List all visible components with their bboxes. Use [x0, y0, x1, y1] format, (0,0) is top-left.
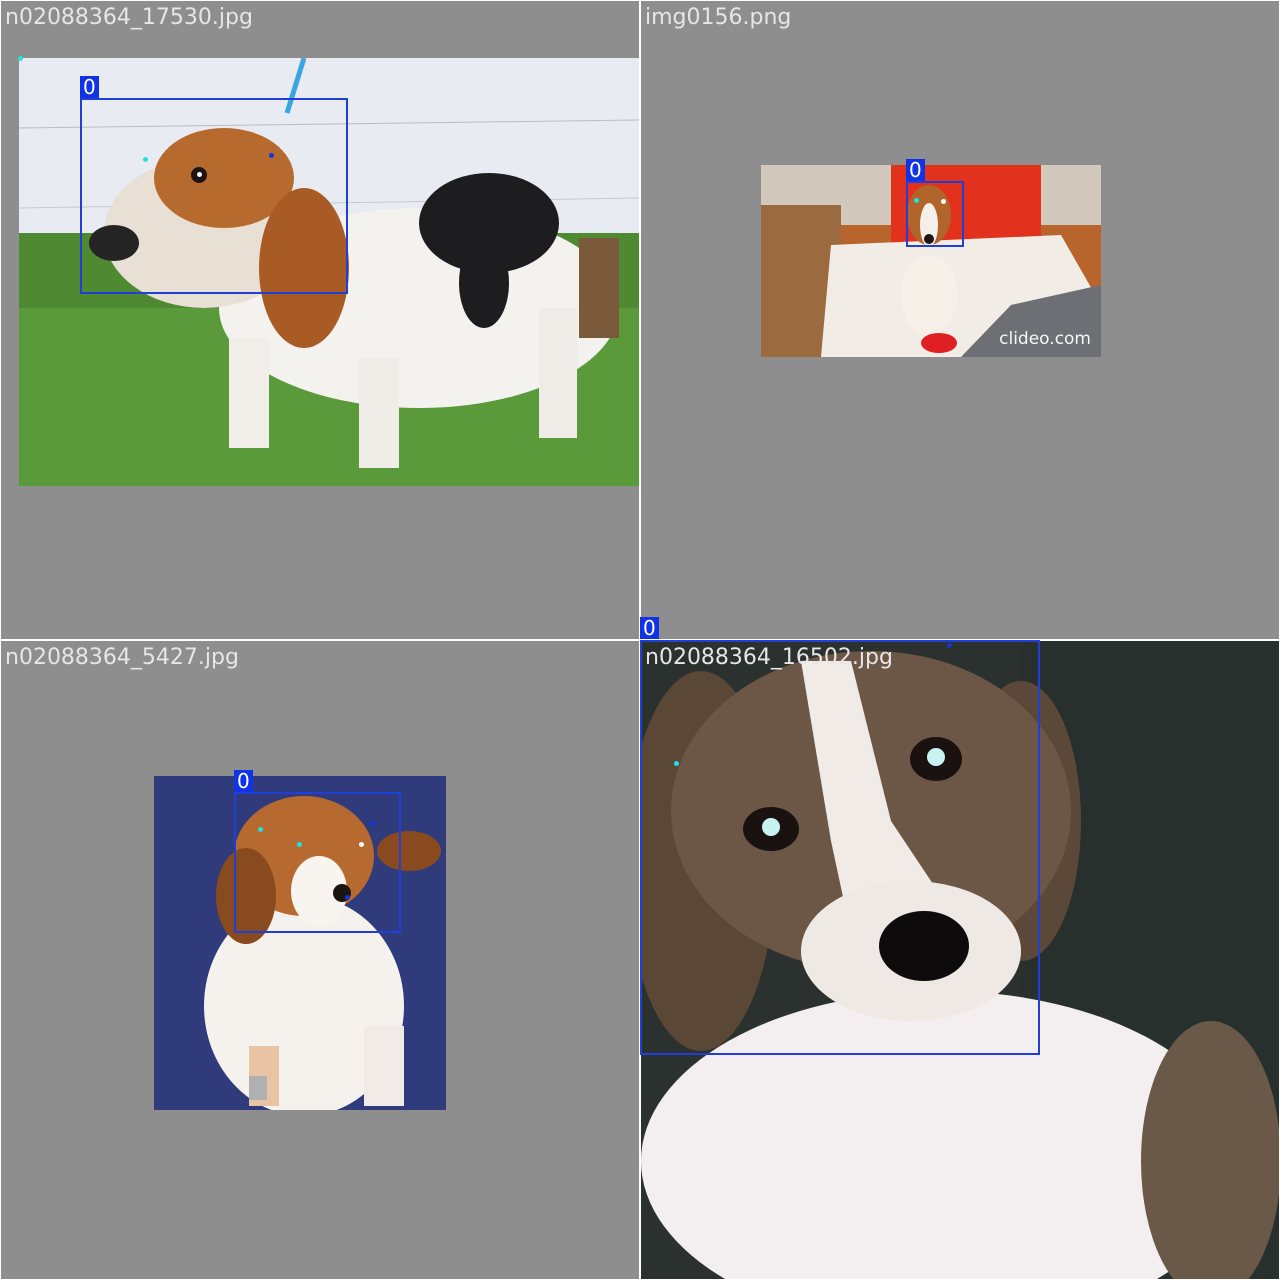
class-label: 0	[234, 770, 253, 792]
tile-filename: img0156.png	[645, 5, 792, 30]
keypoint	[345, 895, 350, 900]
bounding-box: 0	[80, 76, 348, 294]
keypoint	[18, 56, 23, 61]
bounding-box: 0	[234, 770, 401, 933]
keypoint	[197, 172, 202, 177]
bounding-box	[640, 640, 1040, 1055]
keypoint	[370, 821, 375, 826]
keypoint	[359, 842, 364, 847]
tile-filename: n02088364_5427.jpg	[5, 645, 239, 670]
class-label: 0	[906, 159, 925, 181]
keypoint	[297, 842, 302, 847]
tile-filename: n02088364_17530.jpg	[5, 5, 253, 30]
keypoint	[258, 827, 263, 832]
class-label: 0	[80, 76, 99, 98]
bounding-box: 0	[906, 159, 964, 247]
class-label: 0	[640, 617, 659, 639]
mosaic-tile-1: n02088364_17530.jpg 0	[1, 1, 639, 639]
mosaic-tile-2: img0156.png clideo.com 0	[641, 1, 1279, 639]
keypoint	[914, 198, 919, 203]
watermark-text: clideo.com	[999, 329, 1091, 349]
keypoint	[143, 157, 148, 162]
mosaic-tile-3: n02088364_5427.jpg 0	[1, 641, 639, 1279]
keypoint	[269, 153, 274, 158]
keypoint	[941, 199, 946, 204]
